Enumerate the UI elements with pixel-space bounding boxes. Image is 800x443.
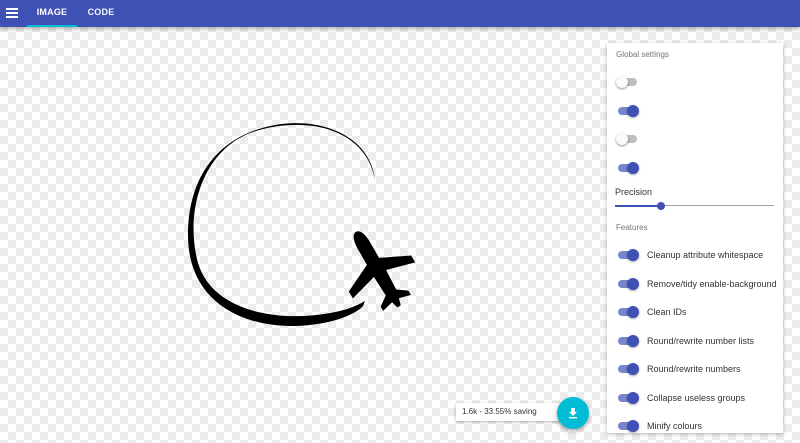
toggle-thumb [627, 161, 639, 174]
toggle-thumb [627, 334, 639, 347]
global-settings-title: Global settings [616, 50, 669, 59]
settings-panel: Global settings Precision Features Clean… [607, 43, 783, 433]
menu-icon[interactable] [6, 5, 22, 21]
slider-fill [615, 205, 662, 207]
download-button[interactable] [557, 397, 589, 429]
toggle-thumb [627, 277, 639, 290]
feature-row[interactable]: Round/rewrite number lists [607, 330, 783, 352]
precision-slider[interactable] [615, 201, 774, 211]
top-app-bar: IMAGE CODE [0, 0, 800, 27]
feature-row[interactable]: Collapse useless groups [607, 387, 783, 409]
toggle-switch[interactable] [618, 363, 639, 375]
toggle-thumb [627, 420, 639, 432]
toggle-switch[interactable] [618, 306, 639, 318]
toggle-switch[interactable] [616, 133, 637, 145]
toggle-thumb [627, 363, 639, 375]
feature-row[interactable]: Cleanup attribute whitespace [607, 244, 783, 266]
feature-label: Clean IDs [647, 307, 687, 317]
toggle-switch[interactable] [618, 277, 639, 290]
airplane-loop-icon [188, 123, 416, 327]
global-row[interactable] [607, 157, 783, 179]
feature-label: Remove/tidy enable-background [647, 278, 777, 289]
feature-row[interactable]: Remove/tidy enable-background [607, 273, 783, 295]
feature-label: Round/rewrite numbers [647, 364, 741, 374]
toggle-switch[interactable] [618, 104, 639, 117]
feature-label: Cleanup attribute whitespace [647, 250, 764, 260]
toggle-switch[interactable] [618, 249, 639, 261]
tab-code[interactable]: CODE [80, 0, 122, 27]
toggle-thumb [616, 133, 628, 145]
feature-label: Minify colours [647, 421, 703, 431]
slider-knob[interactable] [657, 202, 666, 210]
toggle-switch[interactable] [618, 334, 639, 347]
tab-image[interactable]: IMAGE [27, 0, 77, 27]
global-row[interactable] [607, 128, 783, 150]
toggle-switch[interactable] [616, 76, 637, 88]
feature-row[interactable]: Minify colours [607, 415, 783, 433]
toggle-thumb [616, 76, 628, 88]
toggle-switch[interactable] [618, 161, 639, 174]
toggle-switch[interactable] [618, 420, 639, 432]
saving-status: 1.6k - 33.55% saving [456, 403, 561, 421]
global-row[interactable] [607, 100, 783, 122]
feature-label: Round/rewrite number lists [647, 335, 755, 346]
toggle-thumb [627, 104, 639, 117]
toggle-thumb [627, 249, 639, 261]
toggle-switch[interactable] [618, 391, 639, 404]
feature-row[interactable]: Round/rewrite numbers [607, 358, 783, 380]
feature-label: Collapse useless groups [647, 392, 746, 403]
precision-label: Precision [615, 187, 653, 197]
features-title: Features [616, 223, 648, 232]
toggle-thumb [627, 391, 639, 404]
feature-row[interactable]: Clean IDs [607, 301, 783, 323]
global-row[interactable] [607, 71, 783, 93]
toggle-thumb [627, 306, 639, 318]
download-icon [569, 408, 577, 419]
